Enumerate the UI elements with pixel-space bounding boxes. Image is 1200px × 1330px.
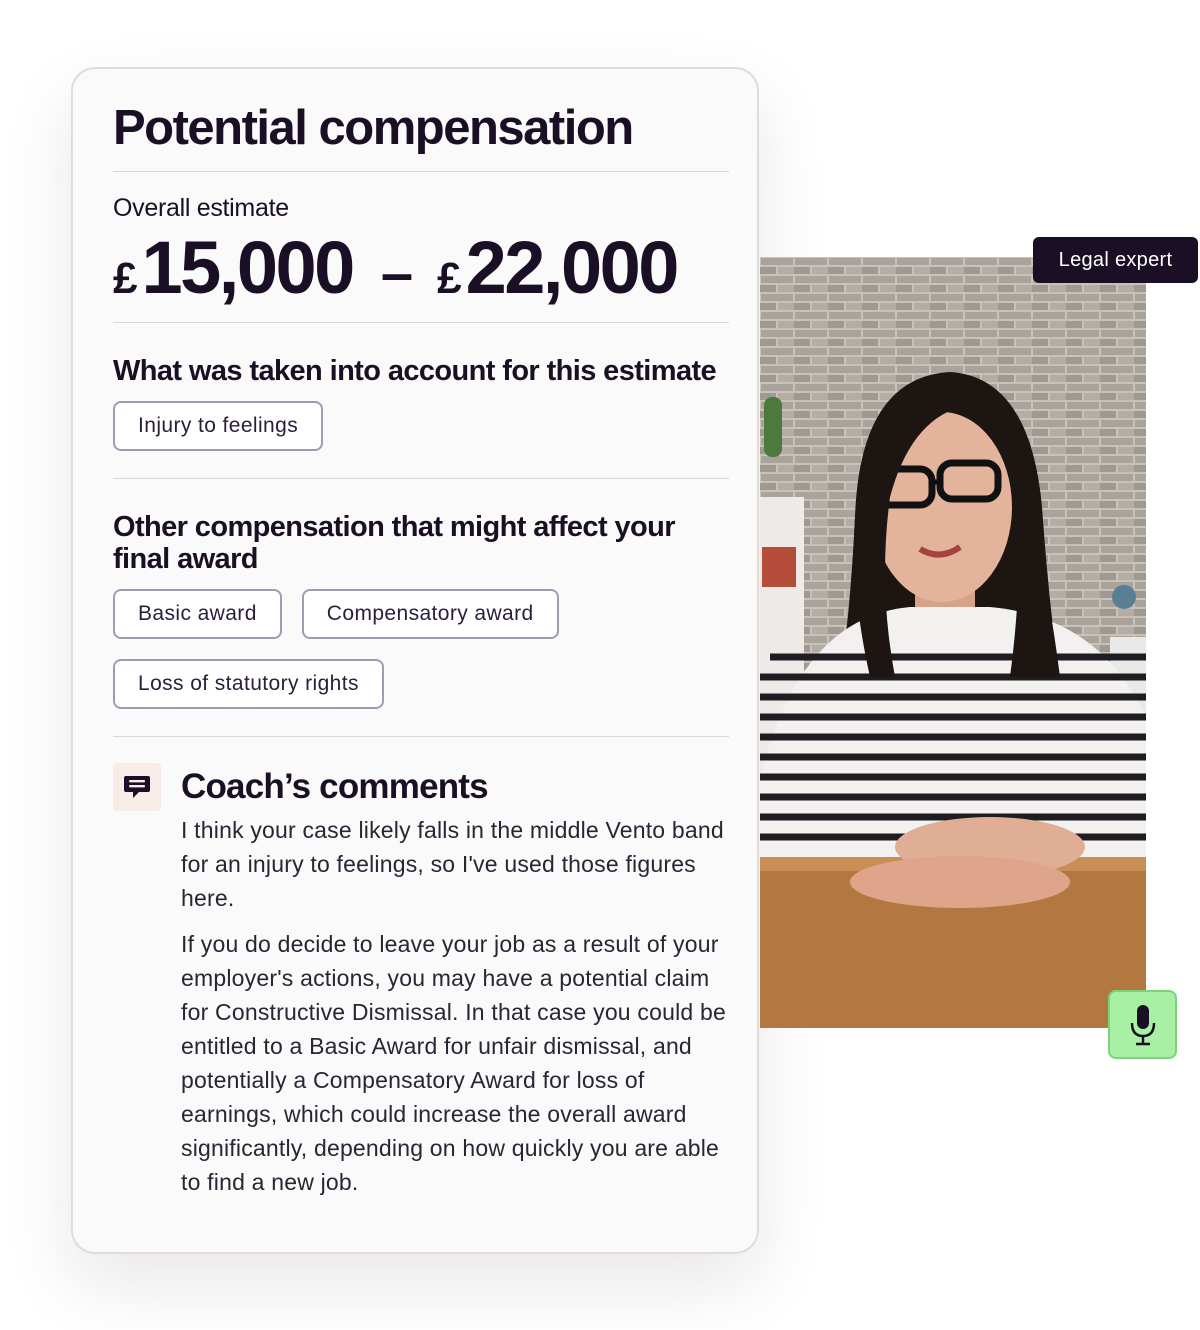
estimate-high: 22,000 <box>465 226 680 309</box>
chip-basic-award[interactable]: Basic award <box>113 589 282 639</box>
other-compensation-chips-row2: Loss of statutory rights <box>113 659 727 709</box>
page-title: Potential compensation <box>113 101 634 155</box>
chip-loss-of-statutory-rights[interactable]: Loss of statutory rights <box>113 659 384 709</box>
other-compensation-title-line2: final award <box>113 543 258 575</box>
coach-comments: Coach’s comments I think your case likel… <box>113 763 727 1199</box>
estimate-label: Overall estimate <box>113 194 289 222</box>
legal-expert-video[interactable] <box>760 257 1146 1028</box>
divider <box>113 478 729 479</box>
estimate-range: £ 15,000 – £ 22,000 <box>113 228 727 310</box>
divider <box>113 736 729 737</box>
speech-bubble-icon <box>113 763 161 811</box>
legal-expert-badge: Legal expert <box>1033 237 1198 283</box>
divider <box>113 322 729 323</box>
other-compensation-chips: Basic award Compensatory award <box>113 589 727 639</box>
microphone-icon <box>1130 1004 1155 1045</box>
coach-paragraph: If you do decide to leave your job as a … <box>181 931 726 1195</box>
range-separator: – <box>380 241 414 306</box>
other-compensation-title-line1: Other compensation that might affect you… <box>113 511 676 543</box>
video-frame-image <box>760 257 1146 1028</box>
estimate-low: 15,000 <box>141 226 355 309</box>
other-compensation-title: Other compensation that might affect you… <box>113 511 727 575</box>
coach-title: Coach’s comments <box>181 767 489 806</box>
taken-into-account-title: What was taken into account for this est… <box>113 355 717 387</box>
coach-body: Coach’s comments I think your case likel… <box>181 763 727 1199</box>
divider <box>113 171 729 172</box>
currency-symbol-low: £ <box>113 254 138 303</box>
currency-symbol-high: £ <box>437 254 462 303</box>
compensation-card: Potential compensation Overall estimate … <box>71 67 759 1254</box>
chip-injury-to-feelings[interactable]: Injury to feelings <box>113 401 324 451</box>
chip-compensatory-award[interactable]: Compensatory award <box>301 589 559 639</box>
microphone-button[interactable] <box>1108 990 1177 1059</box>
coach-paragraph: I think your case likely falls in the mi… <box>181 817 724 911</box>
taken-into-account-chips: Injury to feelings <box>113 401 727 451</box>
